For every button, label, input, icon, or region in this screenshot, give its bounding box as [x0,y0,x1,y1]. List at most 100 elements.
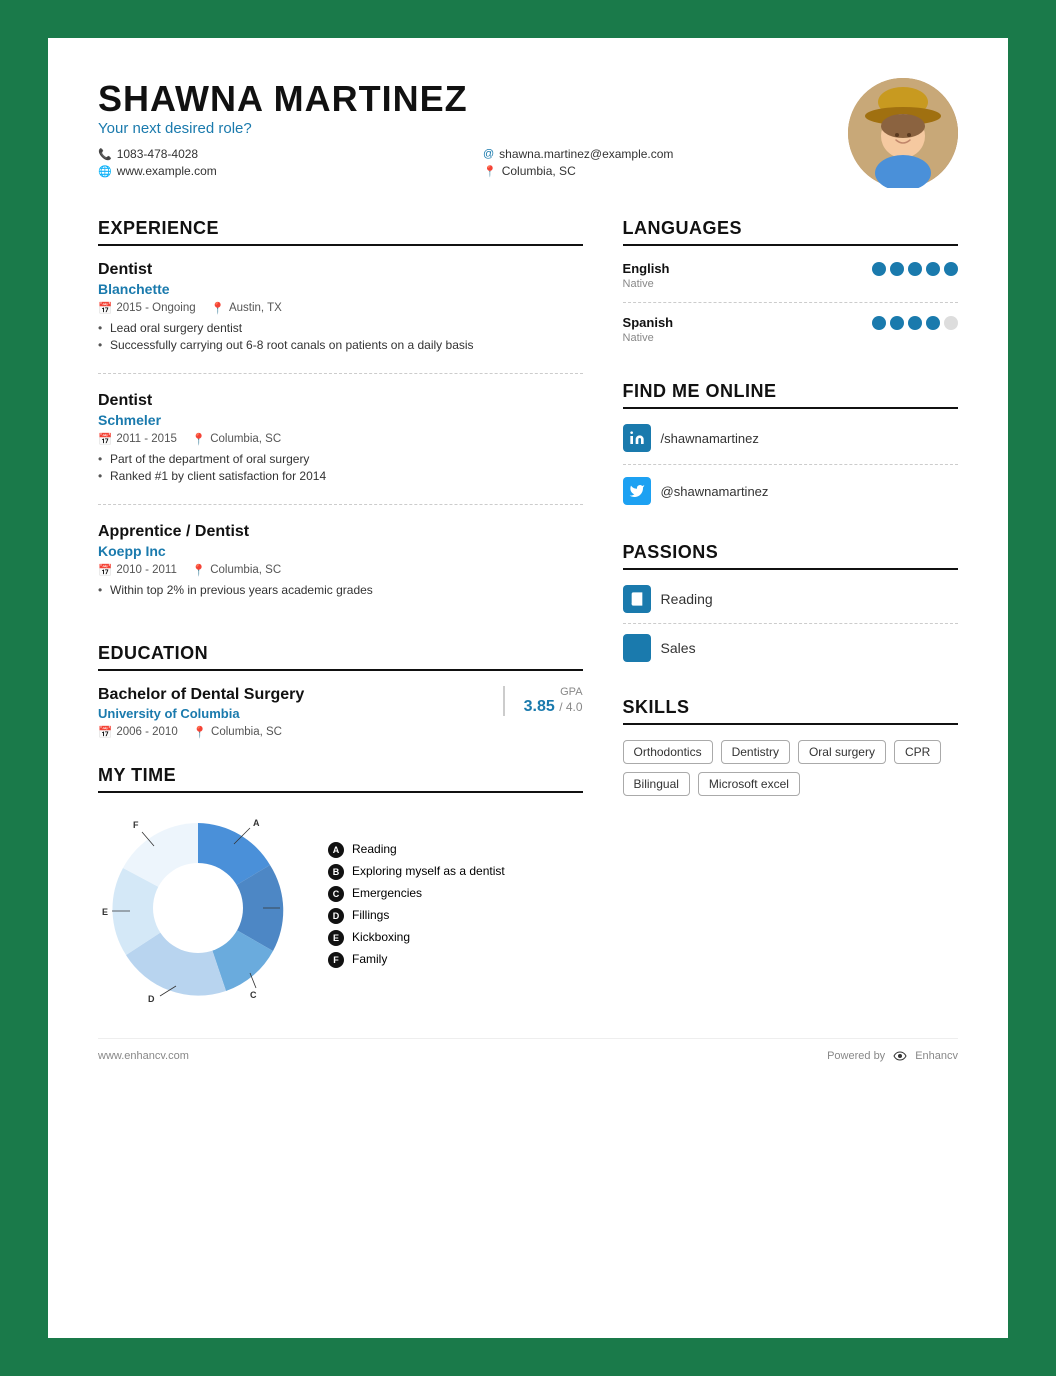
brand-name: Enhancv [915,1050,958,1062]
legend-letter-e: E [328,930,344,946]
calendar-icon: 📅 [98,301,112,315]
my-time-section: MY TIME [98,765,583,1008]
job-3-company: Koepp Inc [98,543,583,559]
passion-sales: Sales [623,634,958,672]
legend-item-b: B Exploring myself as a dentist [328,864,583,880]
passion-reading: Reading [623,585,958,624]
bullet-item: Part of the department of oral surgery [98,452,583,466]
calendar-icon: 📅 [98,563,112,577]
education-title: EDUCATION [98,643,583,671]
my-time-title: MY TIME [98,765,583,793]
twitter-icon [623,477,651,505]
donut-legend: A Reading B Exploring myself as a dentis… [328,842,583,974]
job-1-company: Blanchette [98,281,583,297]
right-column: LANGUAGES English Native [623,218,958,1008]
pin-icon: 📍 [193,725,207,739]
legend-letter-c: C [328,886,344,902]
legend-letter-b: B [328,864,344,880]
pin-icon: 📍 [192,432,206,446]
dot-1 [872,316,886,330]
job-1-period: 📅 2015 - Ongoing [98,301,196,315]
chart-icon [623,634,651,662]
header-section: SHAWNA MARTINEZ Your next desired role? … [98,78,958,188]
bullet-item: Lead oral surgery dentist [98,321,583,335]
legend-item-f: F Family [328,952,583,968]
education-row: Bachelor of Dental Surgery University of… [98,686,583,745]
bullet-item: Successfully carrying out 6-8 root canal… [98,338,583,352]
dot-5-empty [944,316,958,330]
dot-3 [908,262,922,276]
phone-icon: 📞 [98,148,112,161]
left-column: EXPERIENCE Dentist Blanchette 📅 2015 - O… [98,218,583,1008]
job-3-title: Apprentice / Dentist [98,523,583,541]
website-icon: 🌐 [98,165,112,178]
passion-reading-name: Reading [661,591,713,607]
pin-icon: 📍 [192,563,206,577]
svg-text:C: C [250,990,257,1000]
svg-text:E: E [102,907,108,917]
job-3: Apprentice / Dentist Koepp Inc 📅 2010 - … [98,523,583,618]
education-section: EDUCATION Bachelor of Dental Surgery Uni… [98,643,583,745]
location-value: Columbia, SC [502,164,576,178]
footer: www.enhancv.com Powered by Enhancv [98,1038,958,1063]
header-left: SHAWNA MARTINEZ Your next desired role? … [98,78,848,178]
footer-powered-by: Powered by Enhancv [827,1049,958,1063]
job-1-title: Dentist [98,261,583,279]
gpa-total: / 4.0 [559,700,582,714]
experience-section: EXPERIENCE Dentist Blanchette 📅 2015 - O… [98,218,583,618]
skill-cpr: CPR [894,740,941,764]
language-spanish-dots [872,316,958,330]
job-2-title: Dentist [98,392,583,410]
skills-title: SKILLS [623,697,958,725]
dot-2 [890,262,904,276]
linkedin-item[interactable]: /shawnamartinez [623,424,958,465]
edu-period: 📅 2006 - 2010 [98,725,178,739]
dot-5 [944,262,958,276]
job-3-bullets: Within top 2% in previous years academic… [98,583,583,597]
legend-item-e: E Kickboxing [328,930,583,946]
bullet-item: Within top 2% in previous years academic… [98,583,583,597]
language-english: English Native [623,261,958,303]
website-contact: 🌐 www.example.com [98,164,463,178]
job-2-meta: 📅 2011 - 2015 📍 Columbia, SC [98,432,583,446]
skill-orthodontics: Orthodontics [623,740,713,764]
legend-letter-a: A [328,842,344,858]
job-2: Dentist Schmeler 📅 2011 - 2015 📍 Columbi… [98,392,583,505]
donut-chart: A C D E [98,808,298,1008]
svg-text:A: A [253,818,260,828]
job-2-company: Schmeler [98,412,583,428]
job-1-location: 📍 Austin, TX [211,301,282,315]
job-2-period: 📅 2011 - 2015 [98,432,177,446]
dot-2 [890,316,904,330]
job-3-period: 📅 2010 - 2011 [98,563,177,577]
email-value: shawna.martinez@example.com [499,147,673,161]
job-1-bullets: Lead oral surgery dentist Successfully c… [98,321,583,352]
languages-section: LANGUAGES English Native [623,218,958,356]
skill-dentistry: Dentistry [721,740,790,764]
job-1: Dentist Blanchette 📅 2015 - Ongoing 📍 Au… [98,261,583,374]
job-2-location: 📍 Columbia, SC [192,432,281,446]
education-left: Bachelor of Dental Surgery University of… [98,686,503,745]
legend-text-b: Exploring myself as a dentist [352,864,505,878]
passion-sales-name: Sales [661,640,696,656]
gpa-label: GPA [520,686,583,698]
phone-contact: 📞 1083-478-4028 [98,147,463,161]
language-english-name: English [623,261,670,276]
twitter-item[interactable]: @shawnamartinez [623,477,958,517]
edu-location: 📍 Columbia, SC [193,725,282,739]
legend-item-d: D Fillings [328,908,583,924]
dot-1 [872,262,886,276]
phone-value: 1083-478-4028 [117,147,198,161]
candidate-role: Your next desired role? [98,120,848,137]
pin-icon: 📍 [211,301,225,315]
book-icon [623,585,651,613]
language-spanish-level: Native [623,332,958,344]
avatar [848,78,958,188]
svg-text:F: F [133,820,139,830]
dot-4 [926,316,940,330]
legend-letter-f: F [328,952,344,968]
contact-info: 📞 1083-478-4028 @ shawna.martinez@exampl… [98,147,848,178]
skill-microsoft-excel: Microsoft excel [698,772,800,796]
passions-section: PASSIONS Reading [623,542,958,672]
education-meta: 📅 2006 - 2010 📍 Columbia, SC [98,725,503,739]
